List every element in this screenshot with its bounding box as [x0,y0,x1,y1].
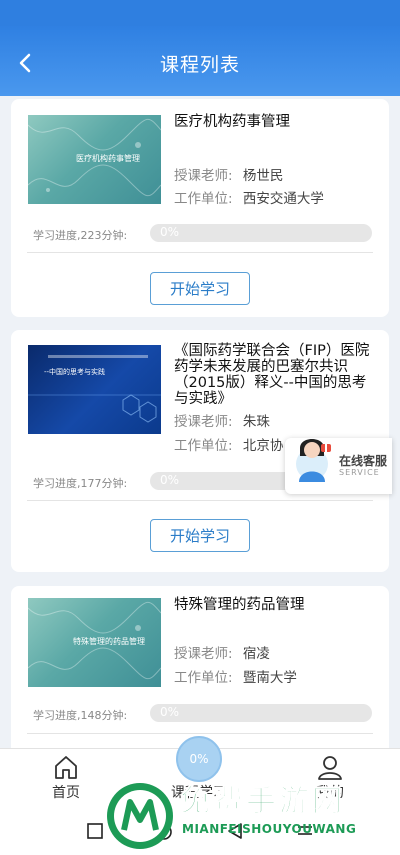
watermark-subtitle: MIANFEISHOUYOUWANG [182,822,357,836]
watermark-logo [107,783,173,849]
watermark: 免费手游网 MIANFEISHOUYOUWANG [100,770,400,855]
page-title: 课程列表 [159,54,240,76]
teacher-label: 授课老师: [174,168,233,184]
progress-value: 0% [160,473,180,487]
teacher-row: 授课老师: 宿凌 [174,642,270,662]
course-thumbnail[interactable]: --中国的思考与实践 [28,345,161,434]
teacher-row: 授课老师: 杨世民 [174,164,283,184]
unit-name: 西安交通大学 [242,191,324,207]
progress-label: 学习进度,223分钟: [33,229,128,242]
course-list[interactable]: 医疗机构药事管理 医疗机构药事管理 授课老师: 杨世民 工作单位: 西安交通大学… [0,96,400,748]
doctor-avatar-icon [296,439,331,482]
unit-row: 工作单位: 暨南大学 [174,666,297,686]
progress-bar: 0% [150,224,372,242]
course-title[interactable]: 医疗机构药事管理 [174,114,379,130]
progress-value: 0% [160,705,180,719]
start-study-button[interactable]: 开始学习 [150,272,250,305]
course-thumbnail[interactable]: 特殊管理的药品管理 [28,598,161,687]
watermark-title: 免费手游网 [180,784,345,820]
online-service-button[interactable]: 在线客服 SERVICE [285,438,392,494]
unit-name: 北京协 [242,438,284,454]
progress-bar: 0% [150,704,372,722]
unit-label: 工作单位: [174,670,233,686]
progress-label: 学习进度,148分钟: [33,709,128,722]
course-title[interactable]: 《国际药学联合会（FIP）医院药学未来发展的巴塞尔共识（2015版）释义--中国… [174,343,379,407]
course-card: 特殊管理的药品管理 特殊管理的药品管理 授课老师: 宿凌 工作单位: 暨南大学 … [11,586,389,748]
teacher-name: 朱珠 [242,414,270,430]
progress-value: 0% [160,225,180,239]
unit-label: 工作单位: [174,191,233,207]
thumbnail-text: 医疗机构药事管理 [76,154,140,163]
unit-name: 暨南大学 [242,670,297,686]
divider [27,252,373,253]
unit-label: 工作单位: [174,438,233,454]
thumbnail-text: 特殊管理的药品管理 [73,637,145,646]
progress-label: 学习进度,177分钟: [33,477,128,490]
service-label: 在线客服 [339,454,388,468]
status-bar [0,0,400,26]
teacher-label: 授课老师: [174,414,233,430]
divider [27,733,373,734]
tech-hexagon-icon [28,355,161,423]
divider [27,500,373,501]
service-sublabel: SERVICE [339,468,380,477]
teacher-name: 宿凌 [242,646,270,662]
course-thumbnail[interactable]: 医疗机构药事管理 [28,115,161,204]
home-icon [55,756,77,779]
course-title[interactable]: 特殊管理的药品管理 [174,597,379,613]
teacher-name: 杨世民 [242,168,284,184]
teacher-label: 授课老师: [174,646,233,662]
unit-row: 工作单位: 西安交通大学 [174,187,324,207]
unit-row: 工作单位: 北京协 [174,434,283,454]
header: 课程列表 [0,26,400,96]
teacher-row: 授课老师: 朱珠 [174,410,270,430]
start-study-button[interactable]: 开始学习 [150,519,250,552]
course-card: 医疗机构药事管理 医疗机构药事管理 授课老师: 杨世民 工作单位: 西安交通大学… [11,99,389,317]
thumbnail-text: --中国的思考与实践 [44,368,106,376]
